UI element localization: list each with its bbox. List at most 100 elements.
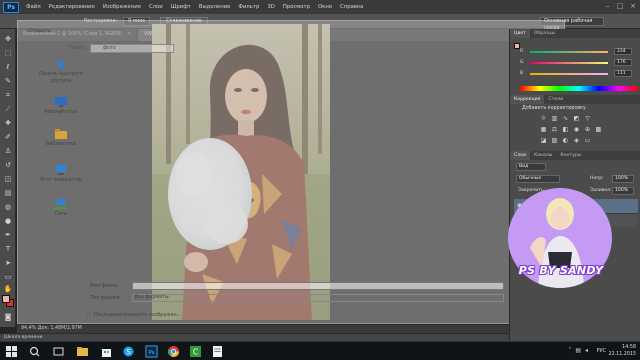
quick-mask-icon[interactable]: ◙ [3,313,13,322]
color-spectrum[interactable] [520,86,638,91]
blur-tool-icon[interactable]: ◍ [3,203,13,212]
shape-tool-icon[interactable]: ▭ [3,273,13,282]
blue-gradient[interactable] [530,73,608,75]
menu-image[interactable]: Изображение [99,4,145,10]
task-view-icon[interactable] [52,345,65,358]
input-language[interactable]: РУС [596,348,606,354]
place-network[interactable]: Сеть [32,199,90,218]
eraser-tool-icon[interactable]: ◫ [3,175,13,184]
selective-color-icon[interactable]: ◈ [573,137,580,144]
menu-3d[interactable]: 3D [263,4,278,10]
levels-icon[interactable]: ▥ [551,115,558,122]
history-brush-tool-icon[interactable]: ↺ [3,161,13,170]
minimize-icon[interactable]: – [606,2,610,10]
channel-mixer-icon[interactable]: ⊕ [584,126,591,133]
brightness-icon[interactable]: ☼ [540,115,547,122]
black-white-icon[interactable]: ◧ [562,126,569,133]
tab-channels[interactable]: Каналы [530,151,556,160]
search-icon[interactable] [28,345,41,358]
hand-tool-icon[interactable]: ✋ [3,285,13,294]
windows-start-icon[interactable] [6,346,17,357]
vibrance-icon[interactable]: ▽ [584,115,591,122]
move-tool-icon[interactable]: ✥ [3,35,13,44]
hue-saturation-icon[interactable]: ▦ [540,126,547,133]
lasso-tool-icon[interactable]: ℓ [3,63,13,72]
folder-select[interactable]: фото [90,44,174,53]
path-select-tool-icon[interactable]: ➤ [3,259,13,268]
channel-label: G [520,60,524,65]
timeline-panel-header[interactable]: Шкала времени [0,333,510,341]
photo-filter-icon[interactable]: ◉ [573,126,580,133]
close-icon[interactable]: × [630,2,636,10]
curves-icon[interactable]: ∿ [562,115,569,122]
menu-layer[interactable]: Слои [145,4,167,10]
filename-input[interactable] [132,282,504,290]
eyedropper-tool-icon[interactable]: ⟋ [3,105,13,114]
blue-slider[interactable]: B 111 [520,70,638,77]
threshold-icon[interactable]: ◐ [562,137,569,144]
menu-view[interactable]: Просмотр [279,4,314,10]
menu-type[interactable]: Шрифт [167,4,195,10]
blue-value[interactable]: 111 [614,70,632,77]
place-this-pc[interactable]: Этот компьютер [32,165,90,184]
photoshop-taskbar-icon[interactable]: Ps [145,345,158,358]
pen-tool-icon[interactable]: ✒ [3,231,13,240]
healing-tool-icon[interactable]: ✚ [3,119,13,128]
maximize-icon[interactable]: □ [617,2,624,10]
tab-swatches[interactable]: Образцы [530,29,559,38]
photoshop-logo[interactable]: Ps [3,1,19,13]
posterize-icon[interactable]: ▨ [551,137,558,144]
invert-icon[interactable]: ◪ [540,137,547,144]
stamp-tool-icon[interactable]: ♙ [3,147,13,156]
network-tray-icon[interactable]: ▤ [575,347,585,354]
notes-app-icon[interactable] [211,345,224,358]
chrome-icon[interactable] [167,345,180,358]
tab-layers[interactable]: Слои [510,151,530,160]
opacity-input[interactable]: 100% [612,175,634,183]
red-slider[interactable]: R 234 [520,48,638,55]
marquee-tool-icon[interactable]: ⬚ [3,49,13,58]
menu-window[interactable]: Окно [314,4,336,10]
place-libraries[interactable]: Библиотеки [32,129,90,148]
filetype-select[interactable]: Все форматы [132,294,504,302]
gradient-tool-icon[interactable]: ▤ [3,189,13,198]
color-balance-icon[interactable]: ⚖ [551,126,558,133]
place-quick-access[interactable]: Панель быстрого доступа [32,59,90,85]
foreground-color-swatch[interactable] [2,295,10,303]
menu-file[interactable]: Файл [22,4,45,10]
menu-help[interactable]: Справка [336,4,367,10]
star-icon [55,59,67,69]
volume-icon[interactable]: ◂ [585,347,592,354]
taskbar-clock[interactable]: 14:58 22.11.2015 [609,344,636,358]
green-gradient[interactable] [530,62,608,64]
red-value[interactable]: 234 [614,48,632,55]
green-slider[interactable]: G 176 [520,59,638,66]
menu-edit[interactable]: Редактирование [45,4,99,10]
tab-color[interactable]: Цвет [510,29,530,38]
green-value[interactable]: 176 [614,59,632,66]
store-icon[interactable] [100,345,113,358]
menu-filter[interactable]: Фильтр [234,4,263,10]
fill-input[interactable]: 100% [612,187,634,195]
crop-tool-icon[interactable]: ⌗ [3,91,13,100]
timeline-label: Шкала времени [4,335,43,340]
blend-mode-select[interactable]: Обычные [516,175,560,183]
type-tool-icon[interactable]: T [3,245,13,254]
exposure-icon[interactable]: ◩ [573,115,580,122]
dodge-tool-icon[interactable]: ● [3,217,13,226]
gradient-map-icon[interactable]: ▭ [584,137,591,144]
tab-adjustments[interactable]: Коррекция [510,95,545,104]
skype-icon[interactable]: S [122,345,135,358]
tab-styles[interactable]: Стили [544,95,567,104]
image-sequence-checkbox[interactable]: Последовательность изображен... [86,312,181,318]
layer-kind-filter[interactable]: Вид [516,163,546,171]
brush-tool-icon[interactable]: ✐ [3,133,13,142]
place-desktop[interactable]: Рабочий стол [32,97,90,116]
tab-paths[interactable]: Контуры [556,151,585,160]
camtasia-icon[interactable]: C [189,345,202,358]
file-explorer-icon[interactable] [76,345,89,358]
quick-select-tool-icon[interactable]: ✎ [3,77,13,86]
red-gradient[interactable] [530,51,608,53]
color-lookup-icon[interactable]: ▩ [595,126,602,133]
menu-select[interactable]: Выделение [195,4,235,10]
